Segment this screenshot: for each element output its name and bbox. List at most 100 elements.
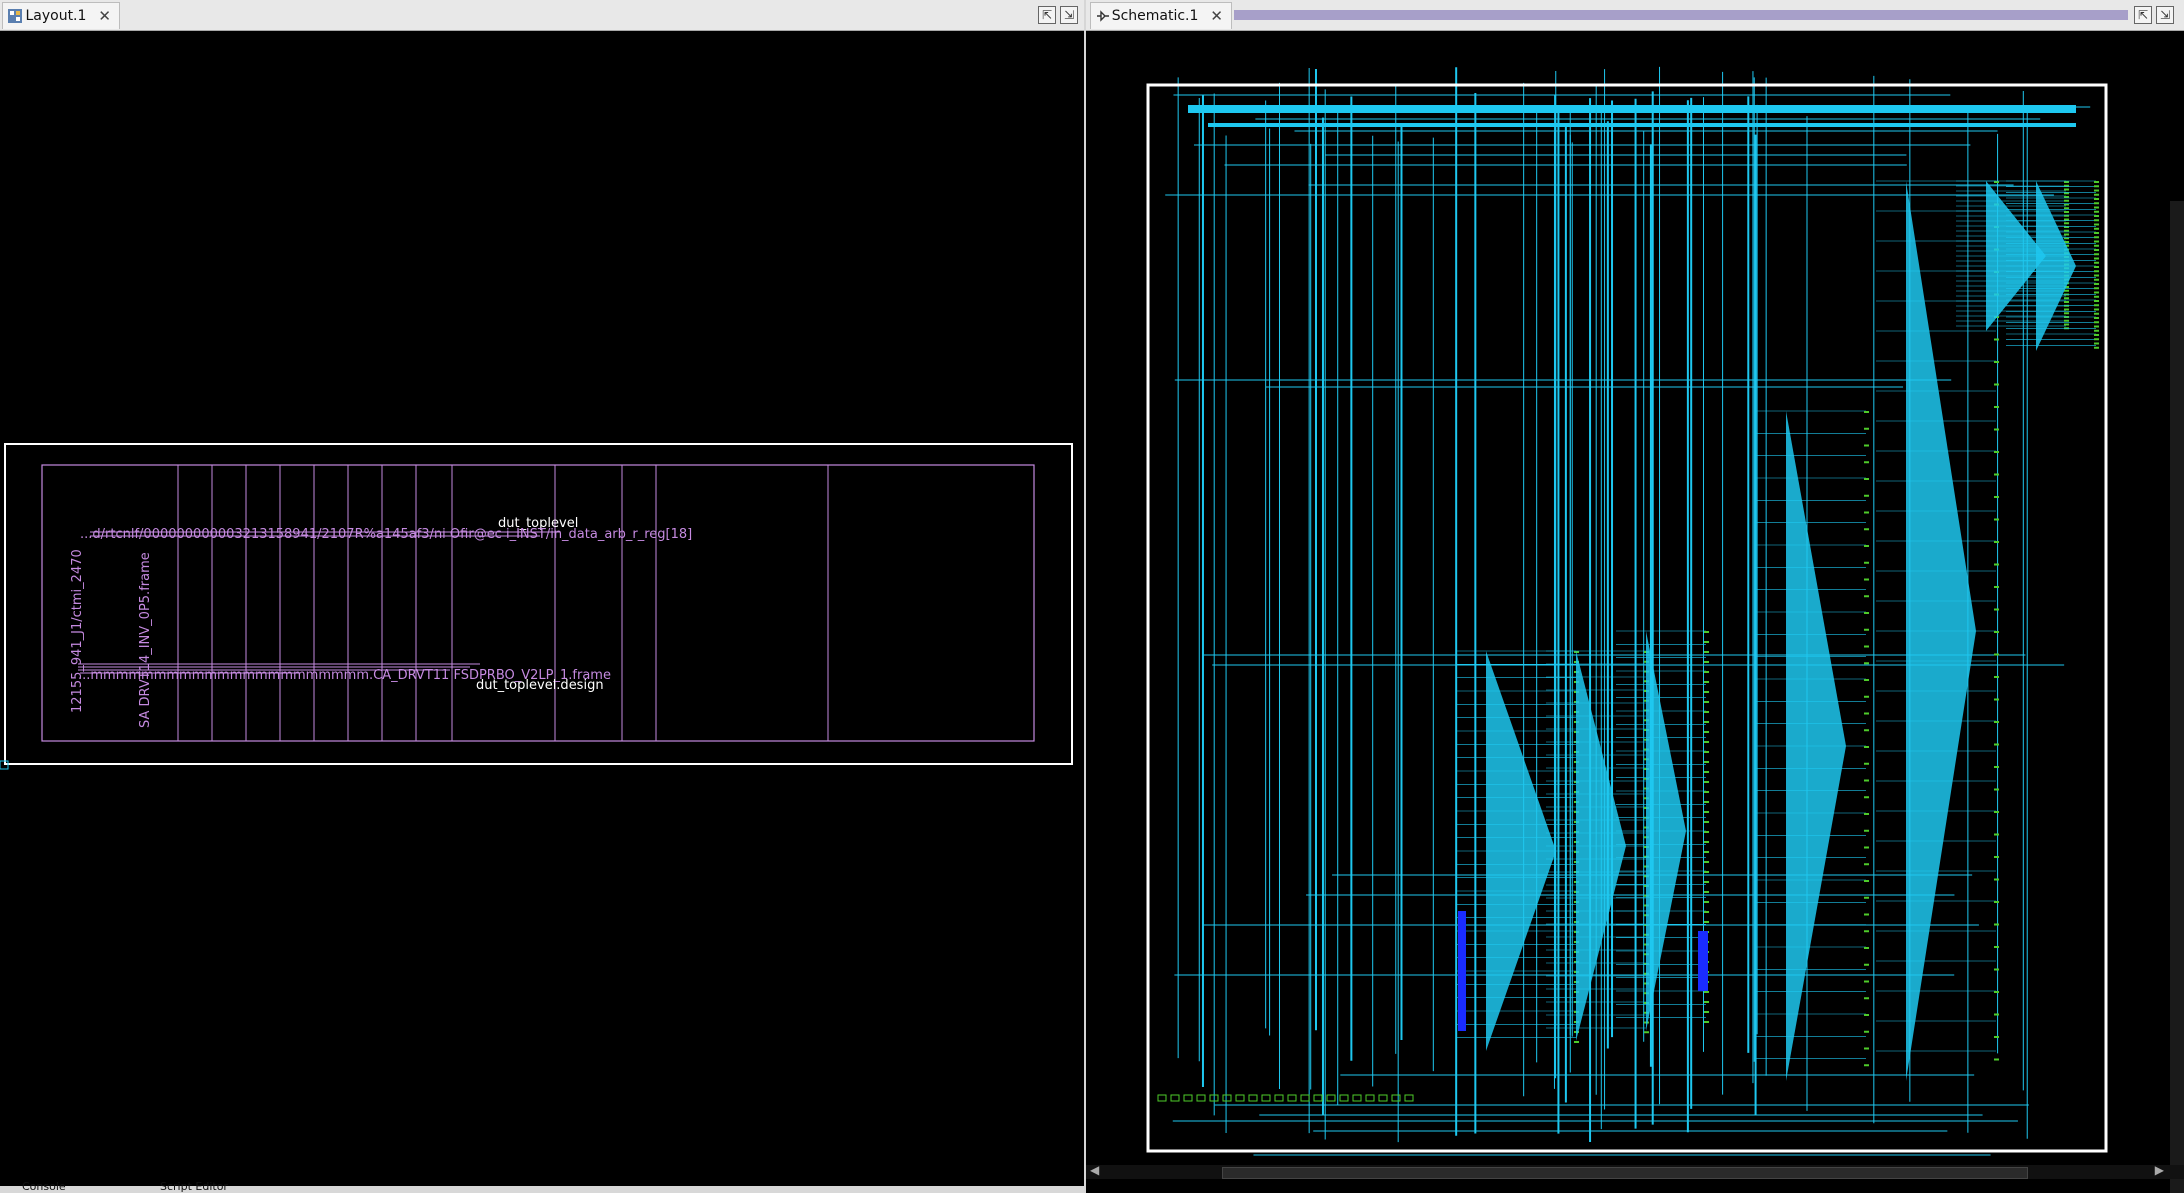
schematic-canvas[interactable]: ◀ ▶ bbox=[1086, 31, 2184, 1193]
pin bbox=[1704, 1001, 1709, 1003]
pin bbox=[1704, 871, 1709, 873]
vertical-label-1: 12155_941_J1/ctmi_2470 bbox=[70, 549, 85, 713]
pin bbox=[1704, 661, 1709, 663]
pin bbox=[1704, 751, 1709, 753]
gate bbox=[1196, 1094, 1206, 1102]
scroll-thumb[interactable] bbox=[1222, 1167, 2028, 1179]
pin bbox=[1994, 361, 1999, 363]
pin bbox=[1864, 846, 1869, 849]
pin bbox=[1864, 896, 1869, 899]
maximize-icon[interactable]: ⇲ bbox=[1060, 6, 1078, 24]
vertical-scrollbar[interactable] bbox=[2170, 201, 2184, 1193]
pin bbox=[1864, 444, 1869, 447]
pin bbox=[1864, 595, 1869, 598]
schematic-tabbar: Schematic.1 ✕ ⇱ ⇲ bbox=[1086, 0, 2184, 31]
pin bbox=[1864, 478, 1869, 480]
pin bbox=[1994, 856, 1999, 858]
pin bbox=[1864, 997, 1869, 1000]
bottom-tab-strip: Console Script Editor bbox=[0, 1180, 1084, 1193]
pin bbox=[1864, 645, 1869, 648]
pin bbox=[1864, 746, 1869, 748]
pin bbox=[2064, 218, 2069, 221]
pin bbox=[1994, 338, 1999, 341]
float-window-icon[interactable]: ⇱ bbox=[2134, 6, 2152, 24]
pin bbox=[1994, 923, 1999, 926]
pin bbox=[1704, 801, 1709, 803]
pin bbox=[2094, 266, 2099, 268]
top-bus bbox=[1188, 105, 2076, 113]
pin bbox=[1704, 811, 1709, 813]
pin bbox=[2094, 223, 2099, 226]
pin bbox=[2064, 323, 2069, 326]
cell-outline bbox=[41, 464, 1035, 742]
pin bbox=[1704, 731, 1709, 733]
pin bbox=[1994, 631, 1999, 633]
pin bbox=[1994, 586, 1999, 588]
scroll-left-icon[interactable]: ◀ bbox=[1090, 1163, 1099, 1177]
pin bbox=[1864, 545, 1869, 547]
pin bbox=[1704, 861, 1709, 863]
design-label: dut_toplevel.design bbox=[476, 678, 604, 693]
gate bbox=[1170, 1094, 1180, 1102]
pin bbox=[2064, 289, 2069, 292]
tab-schematic[interactable]: Schematic.1 ✕ bbox=[1090, 2, 1232, 29]
pin bbox=[1994, 743, 1999, 746]
pin bbox=[1704, 741, 1709, 743]
pin bbox=[1864, 980, 1869, 983]
pin bbox=[2064, 308, 2069, 311]
pin bbox=[1994, 721, 1999, 723]
pin bbox=[1704, 1021, 1709, 1023]
pin bbox=[1994, 563, 1999, 566]
pin bbox=[1704, 891, 1709, 893]
close-icon[interactable]: ✕ bbox=[1210, 7, 1223, 25]
tab-schematic-label: Schematic.1 bbox=[1111, 8, 1199, 24]
pin bbox=[1864, 1064, 1869, 1067]
pin bbox=[1704, 821, 1709, 823]
pin bbox=[1864, 729, 1869, 732]
layout-canvas[interactable]: dut_toplevel ...d/rtcnlf/000000000003213… bbox=[0, 31, 1084, 1193]
pin bbox=[2094, 334, 2099, 336]
pin bbox=[1994, 473, 1999, 476]
horizontal-scrollbar[interactable]: ◀ ▶ bbox=[1086, 1163, 2184, 1179]
pin bbox=[1994, 541, 1999, 543]
tab-layout[interactable]: Layout.1 ✕ bbox=[2, 2, 120, 29]
pin bbox=[2094, 232, 2099, 234]
pin bbox=[1704, 921, 1709, 923]
script-editor-tab[interactable]: Script Editor bbox=[160, 1180, 228, 1193]
pin bbox=[2064, 319, 2069, 322]
schematic-icon bbox=[1095, 8, 1109, 24]
pin bbox=[2094, 291, 2099, 294]
row-dividers bbox=[177, 465, 829, 741]
pin bbox=[1864, 662, 1869, 665]
pin bbox=[1644, 1031, 1649, 1034]
pin bbox=[1994, 496, 1999, 498]
pin bbox=[2094, 270, 2099, 273]
pin bbox=[1704, 691, 1709, 693]
pin bbox=[1704, 1011, 1709, 1013]
pin bbox=[1994, 653, 1999, 656]
pin bbox=[1704, 701, 1709, 703]
console-tab[interactable]: Console bbox=[22, 1180, 66, 1193]
scroll-right-icon[interactable]: ▶ bbox=[2155, 1163, 2164, 1177]
pin bbox=[1704, 901, 1709, 903]
pin bbox=[2094, 278, 2099, 281]
pin bbox=[1864, 762, 1869, 765]
pin bbox=[2094, 215, 2099, 217]
pin bbox=[2064, 199, 2069, 202]
pin bbox=[1864, 511, 1869, 514]
float-window-icon[interactable]: ⇱ bbox=[1038, 6, 1056, 24]
pin bbox=[2094, 312, 2099, 315]
pin bbox=[1864, 829, 1869, 832]
pin bbox=[1864, 427, 1869, 430]
pin bbox=[1864, 612, 1869, 614]
pin bbox=[1864, 679, 1869, 681]
pin bbox=[1864, 1014, 1869, 1016]
maximize-icon[interactable]: ⇲ bbox=[2156, 6, 2174, 24]
close-icon[interactable]: ✕ bbox=[98, 7, 111, 25]
pin bbox=[1704, 881, 1709, 883]
pin bbox=[1864, 796, 1869, 799]
pin bbox=[2094, 329, 2099, 332]
pin bbox=[1994, 1036, 1999, 1038]
pin bbox=[1864, 628, 1869, 631]
pin bbox=[1704, 851, 1709, 853]
